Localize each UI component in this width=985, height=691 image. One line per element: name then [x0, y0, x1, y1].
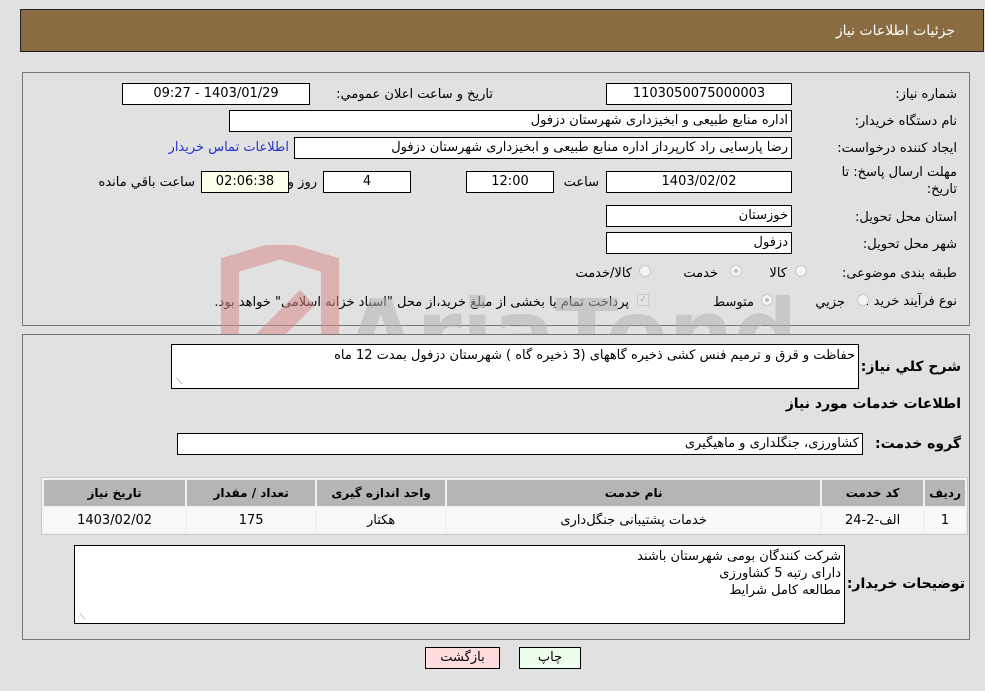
col-unit: واحد اندازه گیری: [317, 480, 446, 506]
days-remaining-field[interactable]: 4: [323, 171, 411, 193]
purchase-type-medium-label: متوسط: [713, 295, 754, 310]
category-service-label: خدمت: [683, 266, 718, 281]
buyer-note-line: شرکت کنندگان بومی شهرستان باشند: [637, 549, 841, 564]
category-label: طبقه بندی موضوعی:: [841, 266, 957, 281]
col-service-name: نام خدمت: [447, 480, 821, 506]
treasury-note: پرداخت تمام یا بخشی از مبلغ خرید،از محل …: [214, 295, 629, 310]
time-remaining-field[interactable]: 02:06:38: [201, 171, 289, 193]
buyer-org-field[interactable]: اداره منابع طبیعی و ابخیزداری شهرستان دز…: [229, 110, 792, 132]
requester-label: ایجاد کننده درخواست:: [837, 141, 957, 156]
cell-need-date: 1403/02/02: [44, 508, 186, 532]
description-label: شرح كلي نياز:: [860, 359, 961, 375]
services-section-title: اطلاعات خدمات مورد نیاز: [785, 396, 961, 412]
resize-grip-icon[interactable]: ⟋: [77, 613, 85, 621]
service-group-field[interactable]: کشاورزی، جنگلداری و ماهیگیری: [177, 433, 863, 455]
col-need-date: تاریخ نیاز: [44, 480, 186, 506]
announce-datetime-field[interactable]: 1403/01/29 - 09:27: [122, 83, 310, 105]
purchase-type-minor-radio[interactable]: [857, 294, 869, 306]
cell-service-code: الف-2-24: [822, 508, 924, 532]
service-group-label: گروه خدمت:: [875, 436, 961, 452]
buyer-contact-link[interactable]: اطلاعات تماس خریدار: [169, 140, 289, 155]
description-textarea[interactable]: حفاظت و قرق و ترمیم فنس کشی ذخیره گاههای…: [171, 344, 859, 389]
page-title: جزئیات اطلاعات نیاز: [835, 23, 955, 39]
buyer-notes-label: توضیحات خریدار:: [846, 576, 965, 592]
resize-grip-icon[interactable]: ⟋: [174, 378, 182, 386]
col-row-number: ردیف: [925, 480, 965, 506]
cell-quantity: 175: [187, 508, 316, 532]
category-goods-service-radio[interactable]: [639, 265, 651, 277]
requester-field[interactable]: رضا پارسایی راد کارپرداز اداره منابع طبی…: [294, 137, 792, 159]
buyer-notes-textarea[interactable]: شرکت کنندگان بومی شهرستان باشند دارای رت…: [74, 545, 845, 624]
description-text: حفاظت و قرق و ترمیم فنس کشی ذخیره گاههای…: [334, 348, 855, 363]
need-number-field[interactable]: 1103050075000003: [606, 83, 792, 105]
category-goods-radio[interactable]: [795, 265, 807, 277]
purchase-type-minor-label: جزيي: [815, 295, 845, 310]
need-details-panel: شرح كلي نياز: حفاظت و قرق و ترمیم فنس کش…: [22, 334, 970, 640]
cell-row-number: 1: [925, 508, 965, 532]
cell-service-name: خدمات پشتیبانی جنگل‌داری: [447, 508, 821, 532]
need-number-label: شماره نیاز:: [895, 87, 957, 102]
city-label: شهر محل تحویل:: [862, 237, 957, 252]
province-label: استان محل تحویل:: [855, 210, 957, 225]
table-row: 1 الف-2-24 خدمات پشتیبانی جنگل‌داری هکتا…: [44, 508, 965, 532]
buyer-note-line: مطالعه کامل شرایط: [729, 583, 841, 598]
deadline-date-field[interactable]: 1403/02/02: [606, 171, 792, 193]
deadline-label-2: تاریخ:: [926, 182, 957, 197]
buyer-note-line: دارای رتبه 5 کشاورزی: [719, 566, 841, 581]
announce-datetime-label: تاریخ و ساعت اعلان عمومي:: [336, 87, 493, 102]
province-field[interactable]: خوزستان: [606, 205, 792, 227]
deadline-time-label: ساعت: [563, 175, 599, 190]
category-goods-label: کالا: [769, 266, 787, 281]
services-table: ردیف کد خدمت نام خدمت واحد اندازه گیری ت…: [41, 477, 968, 535]
category-goods-service-label: کالا/خدمت: [575, 266, 632, 281]
page-header: جزئیات اطلاعات نیاز: [20, 9, 984, 52]
table-header-row: ردیف کد خدمت نام خدمت واحد اندازه گیری ت…: [44, 480, 965, 506]
purchase-type-label: نوع فرآیند خرید :: [865, 294, 957, 309]
need-info-panel: شماره نیاز: 1103050075000003 تاریخ و ساع…: [22, 72, 970, 326]
category-service-radio[interactable]: [730, 265, 742, 277]
purchase-type-medium-radio[interactable]: [761, 294, 773, 306]
time-remaining-label: ساعت باقي مانده: [98, 175, 195, 190]
cell-unit: هکتار: [317, 508, 446, 532]
col-quantity: تعداد / مقدار: [187, 480, 316, 506]
deadline-label: مهلت ارسال پاسخ: تا: [841, 165, 957, 180]
col-service-code: کد خدمت: [822, 480, 924, 506]
buyer-org-label: نام دستگاه خریدار:: [854, 114, 957, 129]
back-button[interactable]: بازگشت: [425, 647, 500, 669]
deadline-time-field[interactable]: 12:00: [466, 171, 554, 193]
print-button[interactable]: چاپ: [519, 647, 581, 669]
treasury-checkbox[interactable]: ✓: [637, 294, 649, 306]
city-field[interactable]: دزفول: [606, 232, 792, 254]
days-label: روز و: [287, 175, 317, 190]
